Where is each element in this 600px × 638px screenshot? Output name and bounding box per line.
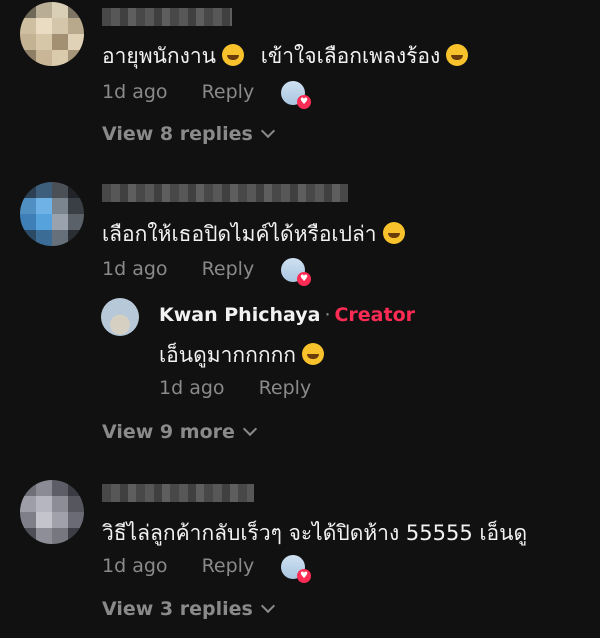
- comment-meta: 1d ago Reply: [102, 258, 254, 280]
- heart-icon: ♥: [297, 272, 311, 286]
- comment-time: 1d ago: [102, 258, 168, 280]
- blurred-avatar[interactable]: [20, 182, 84, 246]
- creator-liked-avatar-icon: ♥: [281, 258, 311, 286]
- creator-liked-avatar-icon: ♥: [281, 81, 311, 109]
- comment-time: 1d ago: [159, 377, 225, 399]
- reply-button[interactable]: Reply: [202, 258, 255, 280]
- creator-badge: Creator: [334, 304, 416, 326]
- view-replies-button[interactable]: View 3 replies: [102, 598, 275, 620]
- comment-item: วิธีไล่ลูกค้ากลับเร็วๆ จะได้ปิดห้าง 5555…: [0, 476, 600, 638]
- comment-item: อายุพนักงาน เข้าใจเลือกเพลงร้อง 1d ago R…: [0, 0, 600, 160]
- comment-text: เลือกให้เธอปิดไมค์ได้หรือเปล่า: [102, 218, 405, 251]
- laughing-emoji-icon: [222, 44, 245, 66]
- comment-meta: 1d ago Reply: [102, 81, 254, 103]
- view-more-button[interactable]: View 9 more: [102, 421, 257, 443]
- comment-time: 1d ago: [102, 555, 168, 577]
- blurred-username[interactable]: [102, 8, 232, 26]
- heart-icon: ♥: [297, 569, 311, 583]
- creator-name-line: Kwan Phichaya · Creator: [159, 304, 415, 326]
- blurred-avatar[interactable]: [20, 2, 84, 66]
- comment-text: อายุพนักงาน เข้าใจเลือกเพลงร้อง: [102, 40, 469, 73]
- blurred-username[interactable]: [102, 484, 254, 502]
- reply-button[interactable]: Reply: [259, 377, 312, 399]
- rolling-laughing-emoji-icon: [382, 222, 405, 244]
- chevron-down-icon: [242, 421, 257, 437]
- creator-avatar[interactable]: [101, 298, 139, 336]
- comment-text: วิธีไล่ลูกค้ากลับเร็วๆ จะได้ปิดห้าง 5555…: [102, 521, 528, 545]
- creator-reply-text: เอ็นดูมากกกกก: [159, 339, 324, 372]
- blurred-avatar[interactable]: [20, 480, 84, 544]
- chevron-down-icon: [260, 123, 275, 139]
- chevron-down-icon: [260, 598, 275, 614]
- comment-time: 1d ago: [102, 81, 168, 103]
- creator-liked-avatar-icon: ♥: [281, 555, 311, 583]
- heart-icon: ♥: [297, 95, 311, 109]
- reply-button[interactable]: Reply: [202, 81, 255, 103]
- blurred-username[interactable]: [102, 184, 348, 202]
- grinning-emoji-icon: [446, 44, 469, 66]
- separator: ·: [324, 304, 331, 326]
- view-replies-button[interactable]: View 8 replies: [102, 123, 275, 145]
- comment-meta: 1d ago Reply: [102, 555, 254, 577]
- laughing-emoji-icon: [302, 343, 324, 365]
- creator-reply-meta: 1d ago Reply: [159, 377, 311, 399]
- creator-name[interactable]: Kwan Phichaya: [159, 304, 320, 326]
- reply-button[interactable]: Reply: [202, 555, 255, 577]
